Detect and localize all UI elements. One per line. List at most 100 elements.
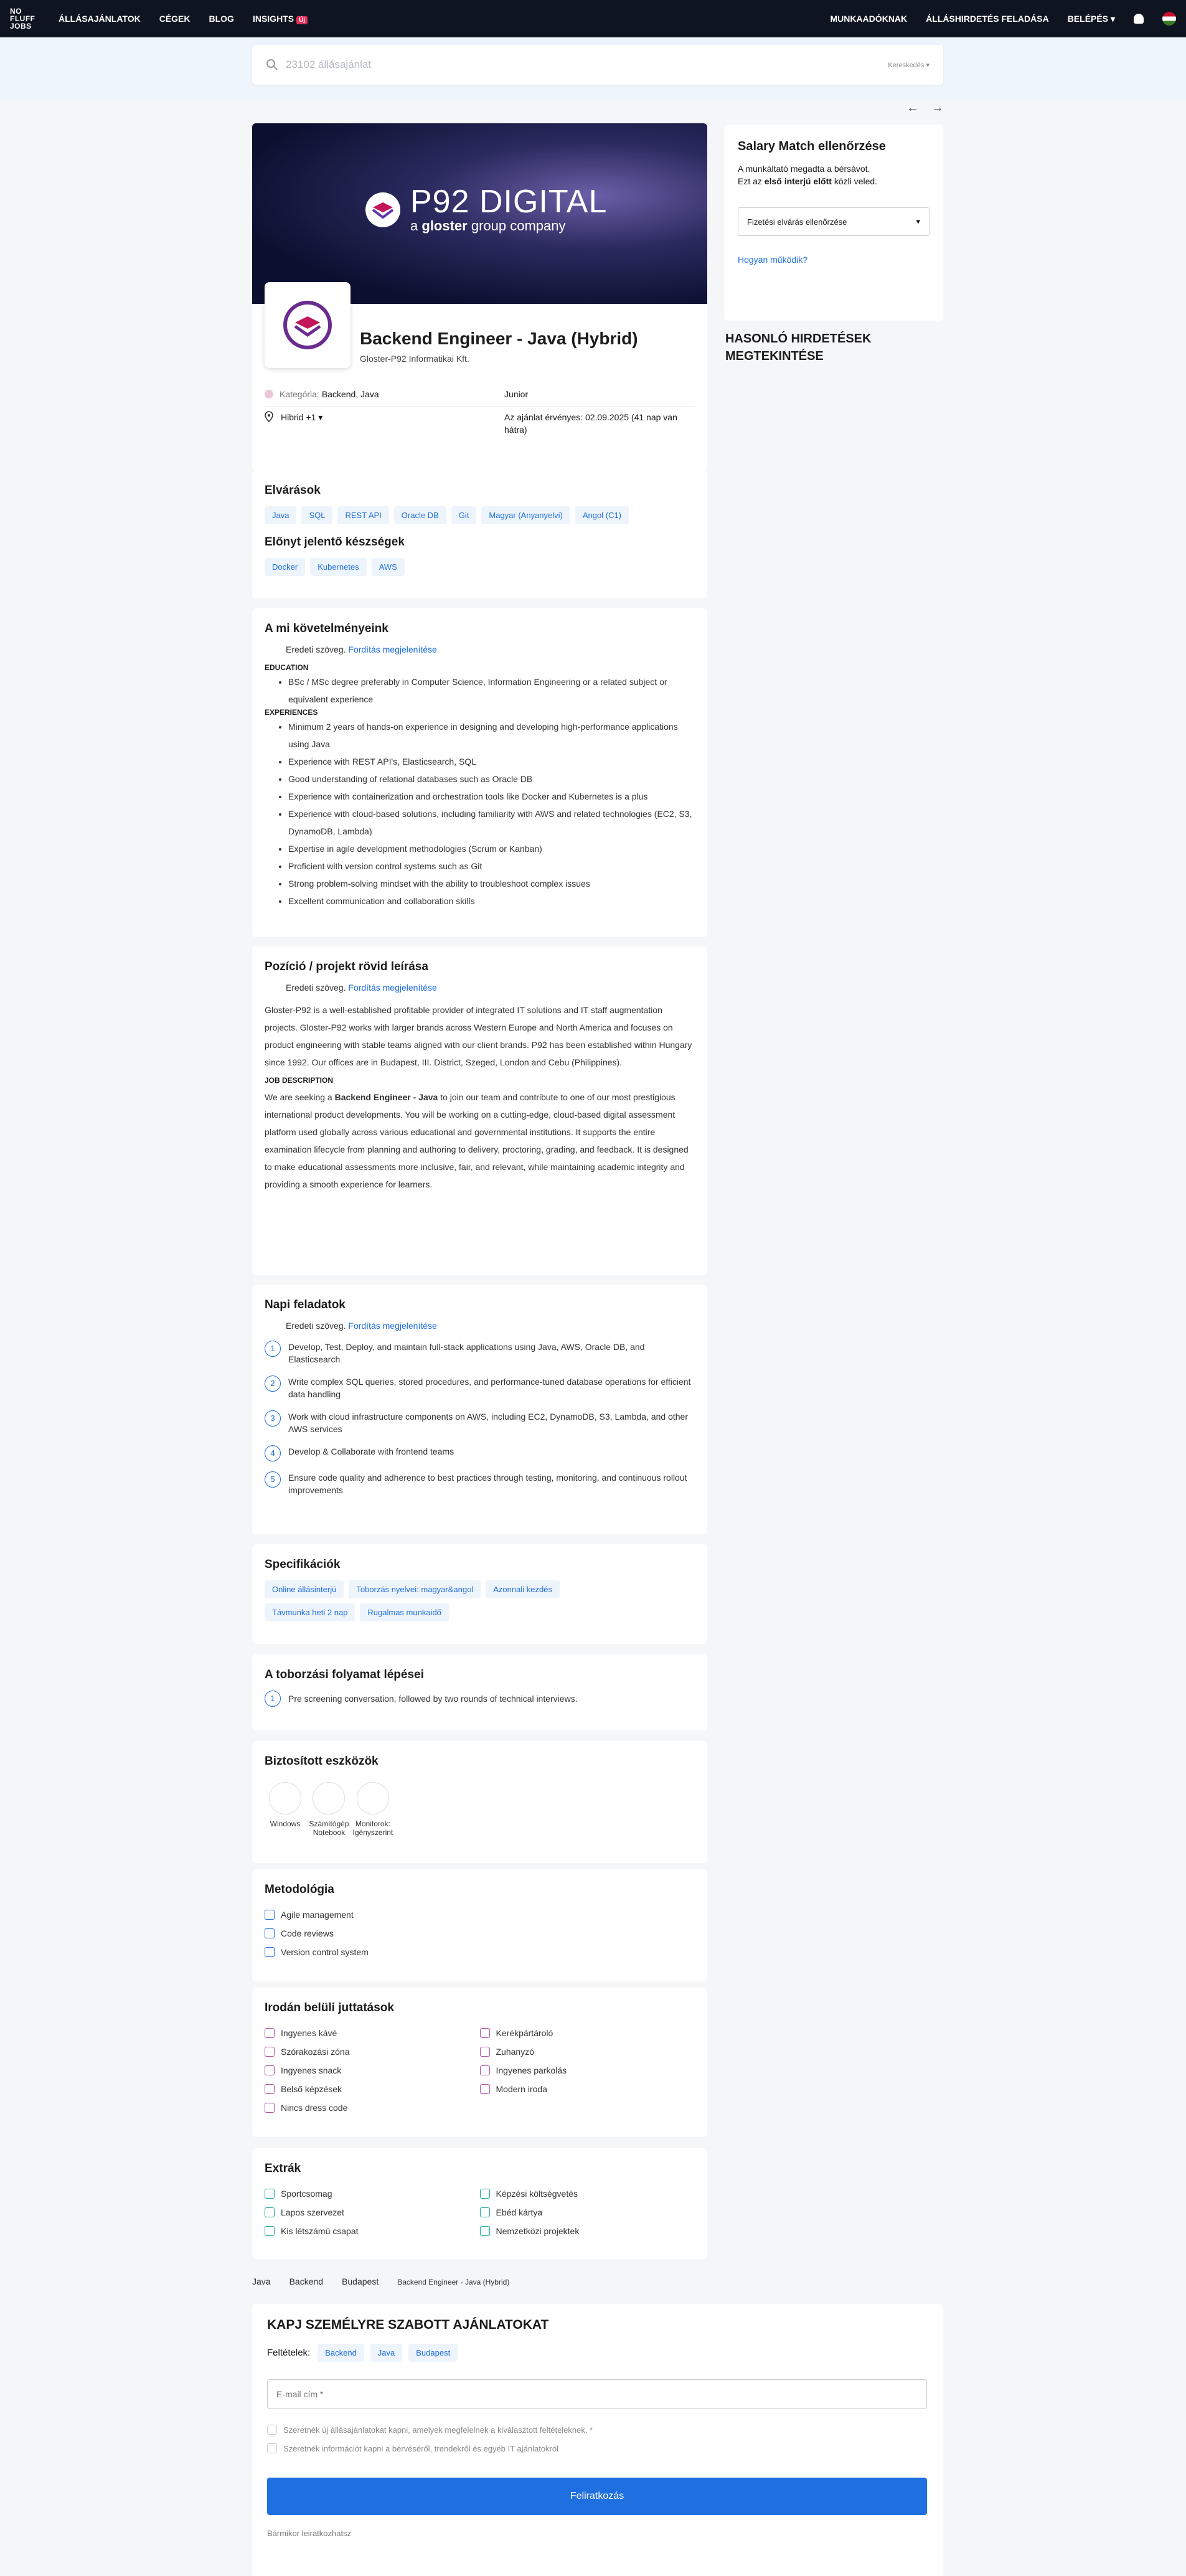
task-item: 1 Develop, Test, Deploy, and maintain ful…	[265, 1341, 695, 1366]
perk-icon	[265, 2047, 275, 2057]
requirements-card: A mi követelményeink Eredeti szöveg. For…	[252, 608, 707, 937]
breadcrumb-item[interactable]: Budapest	[342, 2276, 379, 2286]
perk-label: Ingyenes snack	[281, 2065, 342, 2075]
arrow-right-icon[interactable]: →	[931, 101, 944, 115]
original-text-note: Eredeti szöveg. Fordítás megjelenítése	[286, 644, 695, 654]
category-label: Kategória:	[280, 389, 319, 399]
condition-chip[interactable]: Backend	[318, 2344, 364, 2362]
translate-link[interactable]: Fordítás megjelenítése	[348, 644, 436, 654]
perk-icon	[265, 2103, 275, 2113]
spec-chip: Toborzás nyelvei: magyar&angol	[349, 1580, 481, 1598]
arrow-left-icon[interactable]: ←	[906, 101, 919, 115]
checkbox-icon[interactable]	[267, 2425, 277, 2435]
condition-chip[interactable]: Java	[370, 2344, 403, 2362]
project-card: Pozíció / projekt rövid leírása Eredeti …	[252, 946, 707, 1275]
bell-icon[interactable]	[1134, 14, 1144, 24]
banner-logo: P92 DIGITAL a gloster group company	[364, 186, 607, 234]
skill-chip[interactable]: Kubernetes	[310, 558, 367, 576]
original-text: Eredeti szöveg.	[286, 644, 346, 654]
section-title: Metodológia	[265, 1883, 334, 1896]
skill-chip[interactable]: REST API	[337, 506, 389, 524]
hungarian-flag-icon[interactable]	[1162, 12, 1176, 26]
nav-insights[interactable]: INSIGHTS Új	[253, 14, 308, 24]
breadcrumb-item[interactable]: Java	[252, 2276, 271, 2286]
tag-a: a	[410, 218, 418, 234]
seniority: Junior	[504, 389, 529, 399]
nav-insights-label: INSIGHTS	[252, 14, 294, 24]
step-number: 4	[265, 1445, 281, 1461]
company-name[interactable]: Gloster-P92 Informatikai Kft.	[360, 354, 638, 364]
condition-chip[interactable]: Budapest	[408, 2344, 458, 2362]
job-header-card: P92 DIGITAL a gloster group company Back…	[252, 123, 707, 470]
search-input[interactable]: 23102 állásajánlat	[286, 59, 371, 71]
checkbox-icon[interactable]	[267, 2443, 277, 2453]
perk-item: Nincs dress code	[265, 2098, 480, 2117]
step-number: 1	[265, 1341, 281, 1357]
nav-post-job[interactable]: ÁLLÁSHIRDETÉS FELADÁSA	[926, 14, 1049, 24]
method-item: Version control system	[265, 1943, 695, 1961]
translate-link[interactable]: Fordítás megjelenítése	[348, 1321, 436, 1331]
step-number: 3	[265, 1410, 281, 1427]
nav-blog[interactable]: BLOG	[209, 14, 234, 24]
tool-label: Windows	[270, 1819, 301, 1828]
perk-label: Kerékpártároló	[496, 2028, 553, 2038]
skill-chip[interactable]: Docker	[265, 558, 306, 576]
email-field[interactable]	[267, 2379, 927, 2409]
section-title: Biztosított eszközök	[265, 1755, 379, 1768]
list-item: Strong problem-solving mindset with the …	[288, 875, 695, 892]
exp-heading: EXPERIENCES	[265, 708, 318, 717]
original-text: Eredeti szöveg.	[286, 1321, 346, 1331]
checkbox-icon	[265, 1910, 275, 1920]
how-it-works-link[interactable]: Hogyan működik?	[738, 255, 930, 265]
logo-line: JOBS	[10, 22, 32, 31]
task-item: 3 Work with cloud infrastructure componen…	[265, 1410, 695, 1435]
skill-chip[interactable]: SQL	[301, 506, 333, 524]
location-pin-icon	[265, 411, 273, 422]
extra-item: Sportcsomag	[265, 2184, 480, 2203]
perk-icon	[479, 2065, 490, 2075]
translate-link[interactable]: Fordítás megjelenítése	[348, 983, 436, 993]
list-item: Experience with cloud-based solutions, i…	[288, 805, 695, 840]
similar-jobs-title[interactable]: HASONLÓ HIRDETÉSEK MEGTEKINTÉSE	[725, 330, 881, 365]
logo[interactable]: NO FLUFF JOBS	[10, 4, 40, 34]
nav-employers[interactable]: MUNKAADÓKNAK	[831, 14, 908, 24]
section-title: Napi feladatok	[265, 1298, 346, 1311]
search-bar[interactable]: 23102 állásajánlat Kereskedés ▾	[252, 45, 943, 85]
spec-list: Online állásinterjú Toborzás nyelvei: mag…	[265, 1580, 695, 1626]
nav-login[interactable]: BELÉPÉS ▾	[1068, 14, 1115, 24]
step-number: 5	[265, 1471, 281, 1488]
salary-select-label: Fizetési elvárás ellenőrzése	[747, 217, 847, 227]
task-text: Work with cloud infrastructure component…	[288, 1412, 688, 1434]
extra-item: Lapos szervezet	[265, 2203, 480, 2222]
checkbox-icon	[265, 1947, 275, 1957]
nav-jobs[interactable]: ÁLLÁSAJÁNLATOK	[59, 14, 141, 24]
skill-chip[interactable]: AWS	[371, 558, 405, 576]
skill-chip[interactable]: Oracle DB	[393, 506, 446, 524]
nav-companies[interactable]: CÉGEK	[159, 14, 191, 24]
skill-chip[interactable]: Magyar (Anyanyelvi)	[481, 506, 570, 524]
perk-label: Nincs dress code	[281, 2103, 348, 2113]
skill-chip[interactable]: Java	[265, 506, 297, 524]
sort-dropdown[interactable]: Kereskedés ▾	[888, 61, 930, 69]
skill-chip[interactable]: Git	[451, 506, 477, 524]
perk-icon	[265, 2084, 275, 2094]
consent-label: Szeretnék információt kapni a bérvéséről…	[283, 2443, 558, 2453]
consent-1[interactable]: Szeretnék új állásajánlatokat kapni, ame…	[267, 2420, 928, 2439]
salary-select[interactable]: Fizetési elvárás ellenőrzése ▾	[738, 207, 930, 236]
category-value[interactable]: Backend, Java	[322, 389, 379, 399]
methodology-card: Metodológia Agile management Code review…	[252, 1869, 707, 1981]
salary-match-panel: Salary Match ellenőrzése A munkáltató me…	[724, 125, 943, 321]
recruit-step: 1 Pre screening conversation, followed by…	[265, 1691, 695, 1707]
extra-icon	[479, 2226, 490, 2236]
sort-label: Kereskedés	[888, 61, 925, 69]
task-text: Develop & Collaborate with frontend team…	[288, 1446, 454, 1456]
breadcrumb-item[interactable]: Backend	[289, 2276, 323, 2286]
skill-chip[interactable]: Angol (C1)	[575, 506, 629, 524]
consent-2[interactable]: Szeretnék információt kapni a bérvéséről…	[267, 2439, 928, 2458]
location-dropdown[interactable]: Hibrid +1 ▾	[281, 412, 322, 423]
company-logo-box	[265, 282, 351, 368]
task-item: 5 Ensure code quality and adherence to be…	[265, 1471, 695, 1496]
project-paragraph: Gloster-P92 is a well-established profit…	[265, 1005, 692, 1067]
breadcrumb-current: Backend Engineer - Java (Hybrid)	[397, 2278, 510, 2286]
subscribe-button[interactable]: Feliratkozás	[267, 2478, 927, 2515]
